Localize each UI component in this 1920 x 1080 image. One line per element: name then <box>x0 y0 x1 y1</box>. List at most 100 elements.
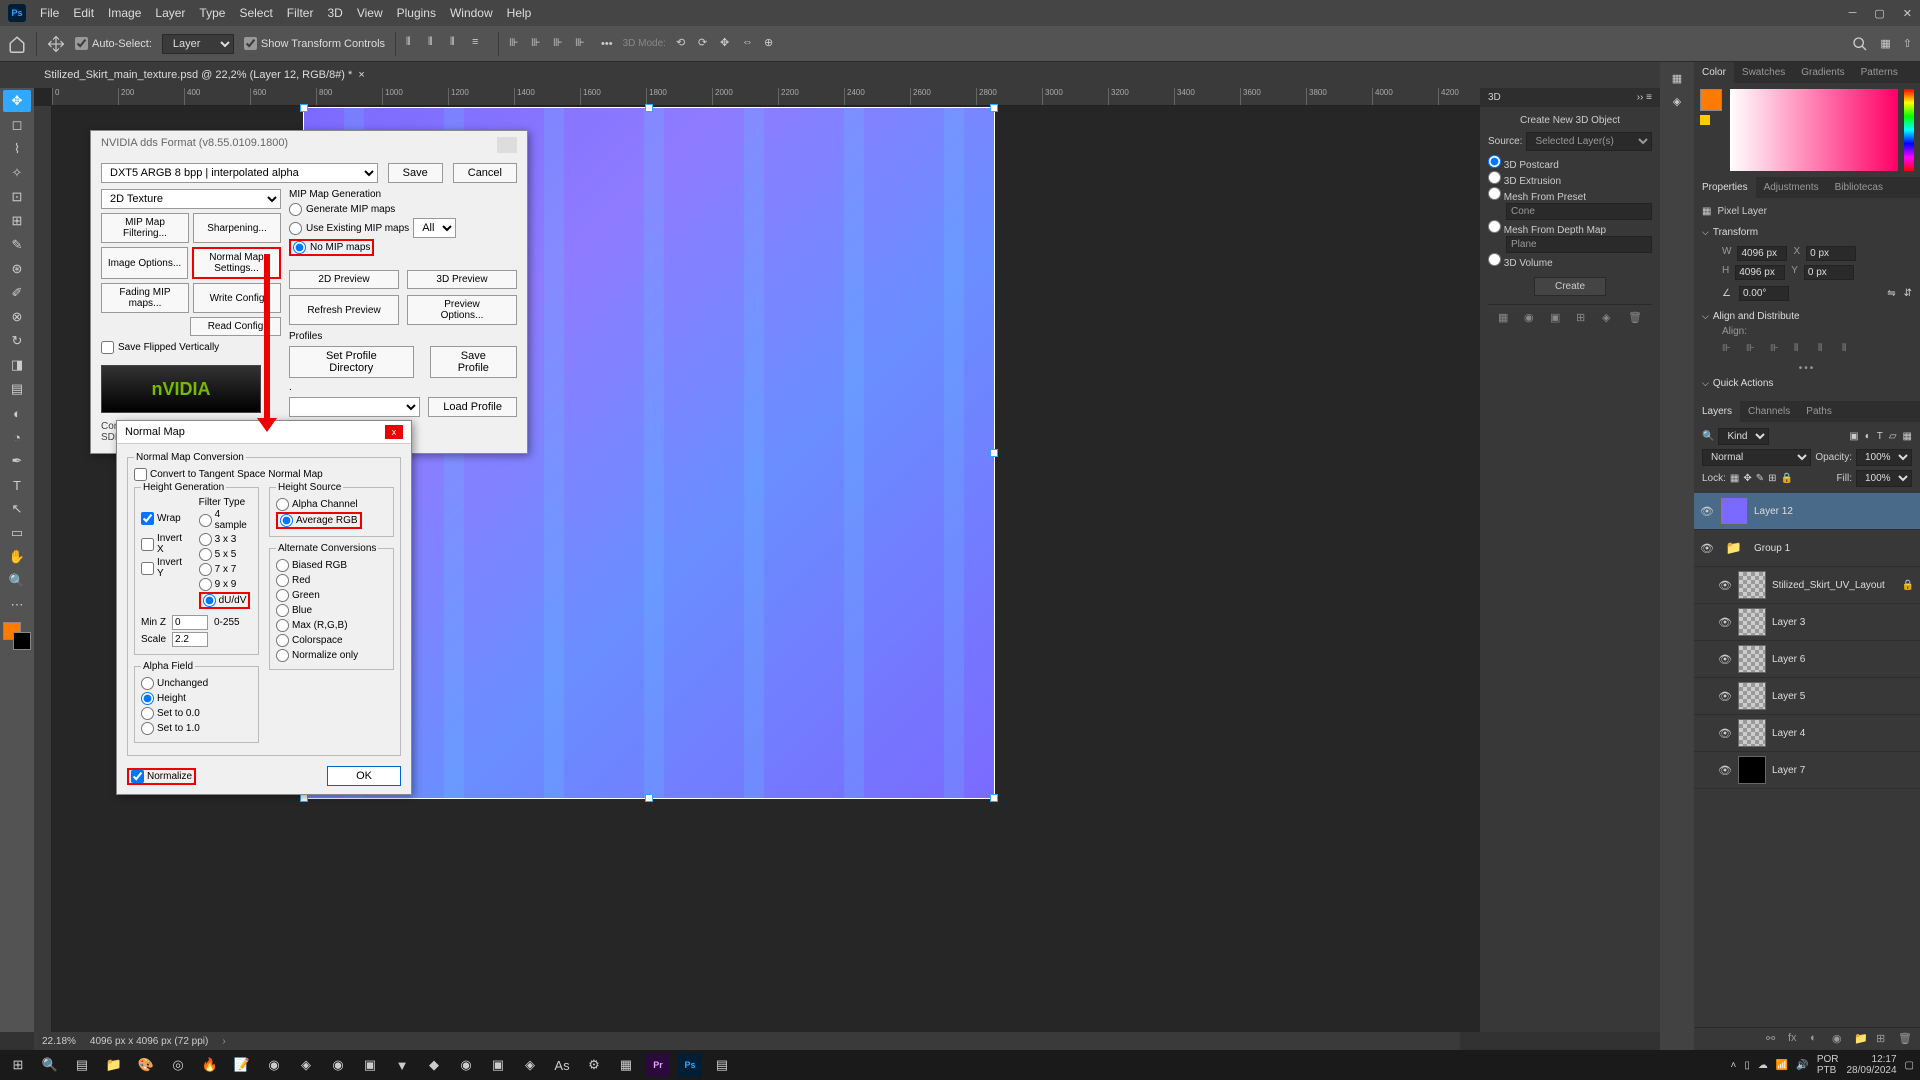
edit-toolbar[interactable]: ⋯ <box>3 594 31 616</box>
image-options-button[interactable]: Image Options... <box>101 247 188 279</box>
taskbar-search-icon[interactable]: 🔍 <box>38 1053 62 1077</box>
visibility-icon[interactable]: 👁 <box>1718 764 1732 777</box>
filter-shape-icon[interactable]: ▱ <box>1889 431 1897 442</box>
af-unchanged-radio[interactable] <box>141 677 154 690</box>
filter-kind[interactable]: Kind <box>1718 428 1769 445</box>
panel-collapse-icon[interactable]: ›› ≡ <box>1637 92 1652 103</box>
align-bottom-icon[interactable]: ⫴ <box>450 36 466 52</box>
eyedropper-tool[interactable]: ✎ <box>3 234 31 256</box>
layer-row[interactable]: 👁Layer 4 <box>1694 715 1920 752</box>
shape-tool[interactable]: ▭ <box>3 522 31 544</box>
steam-icon[interactable]: ◉ <box>326 1053 350 1077</box>
ac-green-radio[interactable] <box>276 589 289 602</box>
zoom-level[interactable]: 22.18% <box>42 1036 76 1047</box>
3d-light-icon[interactable]: ◉ <box>1524 311 1538 325</box>
show-transform-checkbox[interactable]: Show Transform Controls <box>244 37 385 50</box>
nm-ok-button[interactable]: OK <box>327 766 401 786</box>
filter-type-icon[interactable]: T <box>1877 431 1883 442</box>
blur-tool[interactable]: ◐ <box>3 402 31 424</box>
marquee-tool[interactable]: ◻ <box>3 114 31 136</box>
filter-5x5-radio[interactable] <box>199 548 212 561</box>
lock-all-icon[interactable]: ▦ <box>1730 473 1739 484</box>
window-restore-icon[interactable]: ▢ <box>1874 7 1884 20</box>
document-tab[interactable]: Stilized_Skirt_main_texture.psd @ 22,2% … <box>34 65 375 85</box>
3d-material-icon[interactable]: ◈ <box>1602 311 1616 325</box>
af-set0-radio[interactable] <box>141 707 154 720</box>
dds-close-icon[interactable] <box>497 137 517 153</box>
lock-artboard-icon[interactable]: ⊞ <box>1768 473 1776 484</box>
scale-input[interactable] <box>172 632 208 647</box>
menu-plugins[interactable]: Plugins <box>397 6 436 20</box>
flip-v-icon[interactable]: ⇵ <box>1904 288 1912 299</box>
refresh-preview-button[interactable]: Refresh Preview <box>289 295 399 325</box>
hand-tool[interactable]: ✋ <box>3 546 31 568</box>
3d-mesh-icon[interactable]: ⊞ <box>1576 311 1590 325</box>
link-layers-icon[interactable]: ⚯ <box>1766 1032 1780 1046</box>
tray-battery-icon[interactable]: ▯ <box>1744 1060 1750 1071</box>
profile-select[interactable] <box>289 397 420 417</box>
sharpening-button[interactable]: Sharpening... <box>193 213 281 243</box>
explorer-icon[interactable]: 📁 <box>102 1053 126 1077</box>
stamp-tool[interactable]: ⊗ <box>3 306 31 328</box>
align-hcenter-icon[interactable]: ⊪ <box>531 36 547 52</box>
hue-slider[interactable] <box>1904 89 1914 171</box>
tray-notification-icon[interactable]: ▢ <box>1905 1060 1914 1071</box>
visibility-icon[interactable]: 👁 <box>1700 505 1714 518</box>
zoom-tool[interactable]: 🔍 <box>3 570 31 592</box>
preview-options-button[interactable]: Preview Options... <box>407 295 517 325</box>
brush-tool[interactable]: ✐ <box>3 282 31 304</box>
group-icon[interactable]: 📁 <box>1854 1032 1868 1046</box>
menu-view[interactable]: View <box>357 6 383 20</box>
menu-select[interactable]: Select <box>239 6 272 20</box>
menu-edit[interactable]: Edit <box>73 6 94 20</box>
visibility-icon[interactable]: 👁 <box>1700 542 1714 555</box>
start-icon[interactable]: ⊞ <box>6 1053 30 1077</box>
premiere-icon[interactable]: ▣ <box>486 1053 510 1077</box>
tab-patterns[interactable]: Patterns <box>1853 62 1906 83</box>
color-picker[interactable] <box>1730 89 1898 171</box>
align-top-icon[interactable]: ⫴ <box>406 36 422 52</box>
tray-wifi-icon[interactable]: 📶 <box>1776 1060 1788 1071</box>
filter-3x3-radio[interactable] <box>199 533 212 546</box>
home-icon[interactable] <box>8 35 26 53</box>
menu-type[interactable]: Type <box>199 6 225 20</box>
minz-input[interactable] <box>172 615 208 630</box>
new-layer-icon[interactable]: ⊞ <box>1876 1032 1890 1046</box>
filter-adj-icon[interactable]: ◐ <box>1865 431 1871 442</box>
filter-7x7-radio[interactable] <box>199 563 212 576</box>
align-vc-btn[interactable]: ⫴ <box>1818 343 1832 357</box>
app-icon-7[interactable]: ▦ <box>614 1053 638 1077</box>
lock-pixel-icon[interactable]: ✎ <box>1756 473 1764 484</box>
visibility-icon[interactable]: 👁 <box>1718 690 1732 703</box>
3d-zoom-icon[interactable]: ⊕ <box>764 36 780 52</box>
3d-mesh-preset-radio[interactable] <box>1488 187 1501 200</box>
layer-fx-icon[interactable]: fx <box>1788 1032 1802 1046</box>
filter-dudv-radio[interactable] <box>203 594 216 607</box>
search-icon[interactable] <box>1852 36 1868 52</box>
move-tool[interactable]: ✥ <box>3 90 31 112</box>
app-icon-4[interactable]: ◈ <box>518 1053 542 1077</box>
align-left-btn[interactable]: ⊪ <box>1722 343 1736 357</box>
3d-delete-icon[interactable]: 🗑 <box>1628 311 1642 325</box>
flip-h-icon[interactable]: ⇋ <box>1887 288 1895 299</box>
3d-slide-icon[interactable]: ⇔ <box>742 36 758 52</box>
3d-extrusion-radio[interactable] <box>1488 171 1501 184</box>
3d-render-icon[interactable]: ▦ <box>1498 311 1512 325</box>
mip-none-radio[interactable] <box>293 241 306 254</box>
transform-section[interactable]: Transform <box>1702 223 1912 242</box>
type-tool[interactable]: T <box>3 474 31 496</box>
gradient-tool[interactable]: ▤ <box>3 378 31 400</box>
flame-icon[interactable]: 🔥 <box>198 1053 222 1077</box>
3d-roll-icon[interactable]: ⟳ <box>698 36 714 52</box>
visibility-icon[interactable]: 👁 <box>1718 579 1732 592</box>
workspace-icon[interactable]: ▦ <box>1880 37 1890 50</box>
app-icon-1[interactable]: ▣ <box>358 1053 382 1077</box>
wrap-checkbox[interactable]: Wrap <box>141 511 189 526</box>
filter-smart-icon[interactable]: ▦ <box>1903 431 1912 442</box>
dds-cancel-button[interactable]: Cancel <box>453 163 517 183</box>
align-more[interactable]: ••• <box>1702 363 1912 374</box>
3d-create-button[interactable]: Create <box>1534 277 1606 296</box>
layer-row[interactable]: 👁Layer 12 <box>1694 493 1920 530</box>
pen-tool[interactable]: ✒ <box>3 450 31 472</box>
notes-icon[interactable]: 📝 <box>230 1053 254 1077</box>
